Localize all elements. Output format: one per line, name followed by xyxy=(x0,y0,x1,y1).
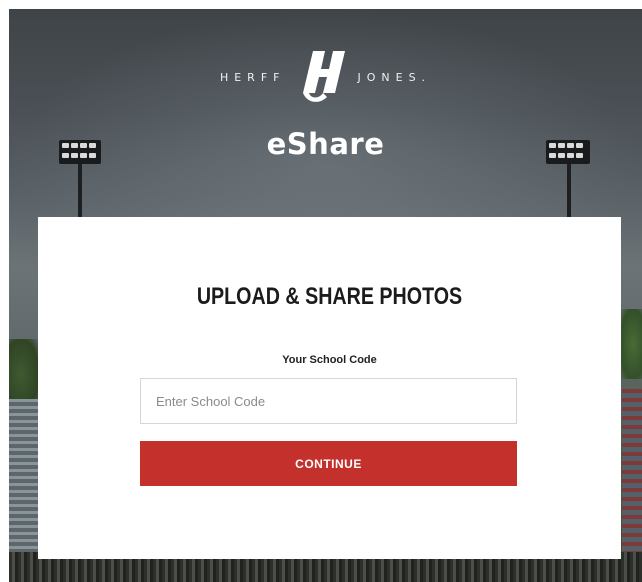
hj-monogram-icon xyxy=(303,51,346,102)
card-heading: UPLOAD & SHARE PHOTOS xyxy=(196,283,463,310)
background-photo: HERFF JONES. eShare UPLOAD & SHARE PHOTO… xyxy=(9,9,642,582)
school-code-input[interactable] xyxy=(140,378,517,424)
brand-logo: HERFF JONES. xyxy=(9,47,642,107)
brand-left-word: HERFF xyxy=(219,70,286,84)
school-code-card: UPLOAD & SHARE PHOTOS Your School Code C… xyxy=(38,217,621,559)
school-code-label: Your School Code xyxy=(282,354,377,366)
trees-right xyxy=(620,309,642,379)
brand-right-word: JONES. xyxy=(357,70,432,84)
app-title: eShare xyxy=(266,127,385,161)
continue-button[interactable]: CONTINUE xyxy=(140,441,517,486)
